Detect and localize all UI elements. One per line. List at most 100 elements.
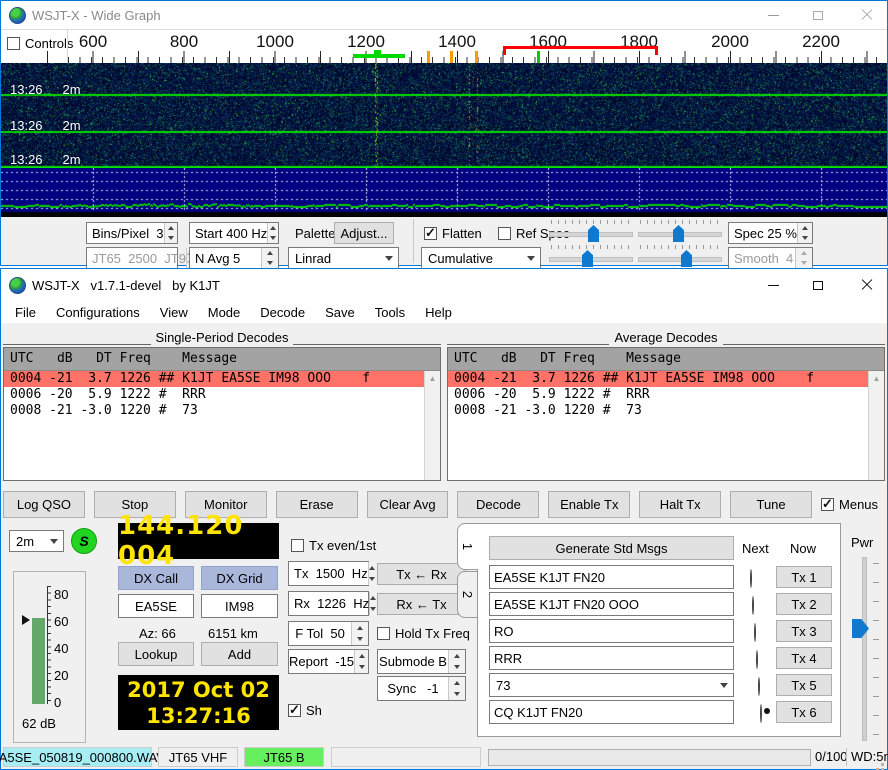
- menu-mode[interactable]: Mode: [198, 305, 251, 320]
- spin-arrows[interactable]: [164, 223, 177, 243]
- menu-save[interactable]: Save: [315, 305, 365, 320]
- scroll-up-icon[interactable]: ▲: [873, 374, 881, 480]
- wide-graph-titlebar[interactable]: WSJT-X - Wide Graph: [1, 1, 887, 29]
- tx-even-checkbox[interactable]: [291, 539, 304, 552]
- decode-row[interactable]: 0004 -21 3.7 1226 ## K1JT EA5SE IM98 OOO…: [448, 371, 869, 387]
- tx2-next-radio[interactable]: [752, 596, 754, 615]
- slider-handle[interactable]: [588, 225, 599, 242]
- scrollbar[interactable]: ▲: [424, 371, 440, 480]
- minimize-button[interactable]: [757, 1, 789, 29]
- waterfall[interactable]: [1, 63, 887, 168]
- resize-grip[interactable]: [881, 763, 884, 766]
- spec-spinner[interactable]: Spec 25 %: [728, 222, 813, 244]
- tx3-next-radio[interactable]: [754, 623, 756, 642]
- tx6-next-radio[interactable]: [760, 704, 762, 723]
- halt-tx-button[interactable]: Halt Tx: [639, 491, 721, 518]
- tx-from-rx-button[interactable]: Tx ← Rx: [377, 563, 466, 585]
- single-decodes-list[interactable]: UTC dB DT Freq Message 0004 -21 3.7 1226…: [3, 347, 441, 481]
- submode-spinner[interactable]: Submode B: [377, 649, 466, 674]
- tx6-message-input[interactable]: CQ K1JT FN20: [489, 700, 734, 724]
- spin-arrows[interactable]: [354, 650, 368, 673]
- tx1-next-radio[interactable]: [750, 569, 752, 588]
- sh-toggle[interactable]: Sh: [288, 703, 322, 718]
- dx-call-input[interactable]: EA5SE: [118, 594, 194, 618]
- enable-tx-button[interactable]: Enable Tx: [548, 491, 630, 518]
- scrollbar[interactable]: ▲: [868, 371, 884, 480]
- ref-spec-checkbox[interactable]: [498, 227, 511, 240]
- pwr-slider-track[interactable]: [862, 557, 867, 741]
- tx-even-toggle[interactable]: Tx even/1st: [291, 538, 376, 553]
- decode-row[interactable]: 0004 -21 3.7 1226 ## K1JT EA5SE IM98 OOO…: [4, 371, 425, 387]
- menu-file[interactable]: File: [5, 305, 46, 320]
- menu-view[interactable]: View: [150, 305, 198, 320]
- spectrum[interactable]: [1, 168, 887, 217]
- erase-button[interactable]: Erase: [276, 491, 358, 518]
- tx5-message-select[interactable]: 73: [489, 673, 734, 697]
- log-qso-button[interactable]: Log QSO: [3, 491, 85, 518]
- decode-row[interactable]: 0006 -20 5.9 1222 # RRR: [448, 387, 869, 403]
- scroll-up-icon[interactable]: ▲: [429, 374, 437, 480]
- gain-slider-1[interactable]: [549, 220, 633, 242]
- main-titlebar[interactable]: WSJT-X v1.7.1-devel by K1JT: [1, 269, 887, 301]
- adjust-button[interactable]: Adjust...: [334, 222, 394, 244]
- tx2-message-input[interactable]: EA5SE K1JT FN20 OOO: [489, 592, 734, 616]
- palette-select[interactable]: Linrad: [288, 247, 399, 269]
- n-avg-spinner[interactable]: N Avg 5: [189, 247, 279, 269]
- spin-arrows[interactable]: [448, 677, 465, 700]
- controls-checkbox[interactable]: [7, 37, 20, 50]
- rx-freq-spinner[interactable]: Rx 1226 Hz: [288, 591, 369, 616]
- spin-arrows[interactable]: [369, 592, 376, 615]
- report-spinner[interactable]: Report -15: [288, 649, 369, 674]
- display-mode-select[interactable]: Cumulative: [421, 247, 541, 269]
- bins-pixel-spinner[interactable]: Bins/Pixel 3: [86, 222, 178, 244]
- decode-row[interactable]: 0008 -21 -3.0 1220 # 73: [4, 403, 425, 419]
- maximize-button[interactable]: [802, 269, 834, 301]
- flatten-toggle[interactable]: Flatten: [424, 226, 482, 241]
- frequency-scale[interactable]: Controls 600 800 1000 1200 1400 1600 180…: [1, 29, 887, 64]
- tx4-now-button[interactable]: Tx 4: [776, 647, 832, 669]
- spin-arrows[interactable]: [267, 223, 278, 243]
- tune-button[interactable]: Tune: [730, 491, 812, 518]
- hold-tx-toggle[interactable]: Hold Tx Freq: [377, 626, 470, 641]
- tx2-now-button[interactable]: Tx 2: [776, 593, 832, 615]
- decode-row[interactable]: 0008 -21 -3.0 1220 # 73: [448, 403, 869, 419]
- tab-messages-1[interactable]: 1: [457, 523, 478, 570]
- slider-handle[interactable]: [681, 250, 692, 267]
- slider-handle[interactable]: [582, 250, 593, 267]
- menus-toggle[interactable]: Menus: [821, 491, 885, 518]
- band-select[interactable]: 2m: [9, 530, 64, 552]
- rx-from-tx-button[interactable]: Rx ← Tx: [377, 593, 466, 615]
- menu-help[interactable]: Help: [415, 305, 462, 320]
- start-freq-spinner[interactable]: Start 400 Hz: [189, 222, 279, 244]
- lookup-button[interactable]: Lookup: [118, 642, 194, 666]
- f-tol-spinner[interactable]: F Tol 50: [288, 621, 369, 646]
- spin-arrows[interactable]: [261, 248, 278, 268]
- generate-std-msgs-button[interactable]: Generate Std Msgs: [489, 536, 734, 560]
- spin-arrows[interactable]: [448, 650, 465, 673]
- sh-checkbox[interactable]: [288, 704, 301, 717]
- hold-tx-checkbox[interactable]: [377, 627, 390, 640]
- minimize-button[interactable]: [757, 269, 789, 301]
- tx4-message-input[interactable]: RRR: [489, 646, 734, 670]
- decode-row[interactable]: 0006 -20 5.9 1222 # RRR: [4, 387, 425, 403]
- tab-messages-2[interactable]: 2: [457, 571, 478, 618]
- maximize-button[interactable]: [802, 1, 834, 29]
- tx3-now-button[interactable]: Tx 3: [776, 620, 832, 642]
- tx-freq-spinner[interactable]: Tx 1500 Hz: [288, 561, 369, 586]
- gain-slider-2[interactable]: [638, 220, 722, 242]
- menu-decode[interactable]: Decode: [250, 305, 315, 320]
- flatten-checkbox[interactable]: [424, 227, 437, 240]
- tx3-message-input[interactable]: RO: [489, 619, 734, 643]
- tx5-next-radio[interactable]: [758, 677, 760, 696]
- tx6-now-button[interactable]: Tx 6: [776, 701, 832, 723]
- close-button[interactable]: [851, 269, 883, 301]
- tx4-next-radio[interactable]: [756, 650, 758, 669]
- add-button[interactable]: Add: [201, 642, 278, 666]
- tx1-now-button[interactable]: Tx 1: [776, 566, 832, 588]
- spin-arrows[interactable]: [797, 223, 812, 243]
- average-decodes-list[interactable]: UTC dB DT Freq Message 0004 -21 3.7 1226…: [447, 347, 885, 481]
- slider-handle[interactable]: [673, 225, 684, 242]
- gain-slider-4[interactable]: [638, 245, 722, 267]
- menu-tools[interactable]: Tools: [365, 305, 415, 320]
- gain-slider-3[interactable]: [549, 245, 633, 267]
